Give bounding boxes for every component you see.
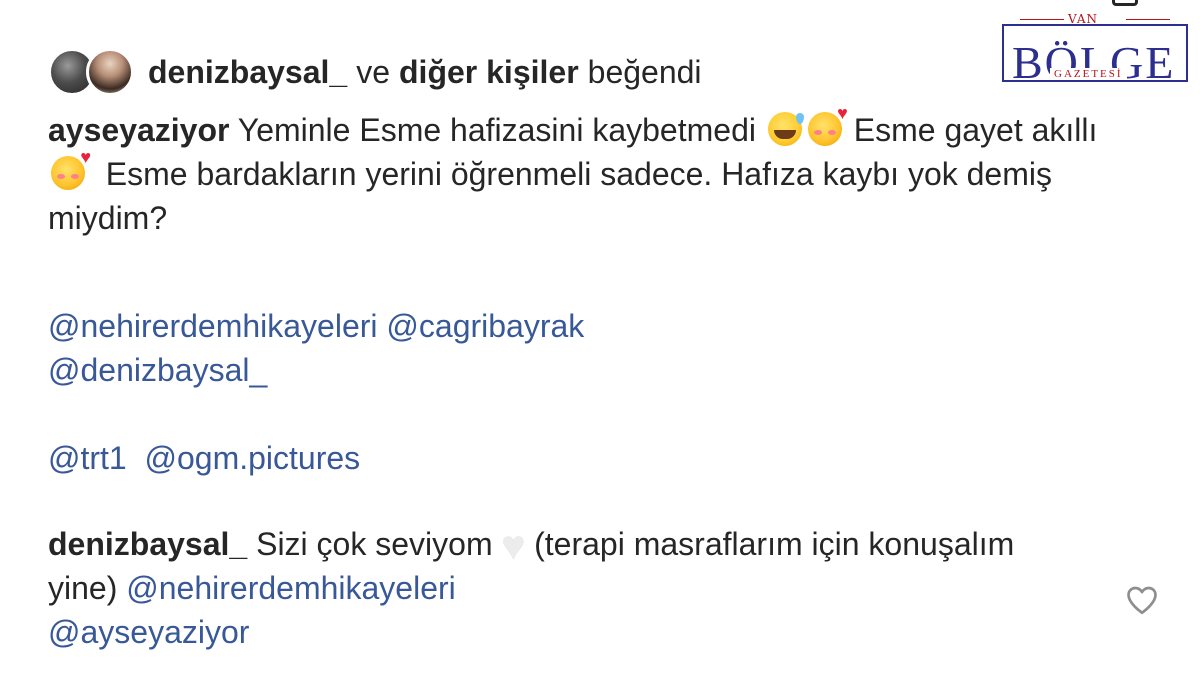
likes-suffix: beğendi [587,53,702,90]
comment-text: Yeminle Esme hafizasini kaybetmedi [237,112,756,148]
liker-avatars[interactable] [48,46,138,98]
comment-text: Sizi çok seviyom [256,526,493,562]
grinning-sweat-emoji-icon [767,112,804,146]
comment-username[interactable]: ayseyaziyor [48,112,229,148]
mention-link[interactable]: @trt1 [48,440,127,476]
mention-link[interactable]: @ogm.pictures [145,440,361,476]
smiling-hearts-emoji-icon [51,148,91,190]
comment: denizbaysal_ Sizi çok seviyom ♥ (terapi … [48,522,1078,654]
mention-link[interactable]: @cagribayrak [386,308,584,344]
smiling-hearts-emoji-icon [807,104,848,146]
white-heart-emoji-icon: ♥ [501,524,526,568]
liker-username[interactable]: denizbaysal_ [148,54,347,91]
mention-link[interactable]: @nehirerdemhikayeleri [126,570,456,606]
mention-link[interactable]: @denizbaysal_ [48,352,267,388]
mention-link[interactable]: @ayseyaziyor [48,614,249,650]
likes-connector: ve [356,53,390,90]
comment-username[interactable]: denizbaysal_ [48,526,247,562]
mention-link[interactable]: @nehirerdemhikayeleri [48,308,378,344]
avatar[interactable] [86,48,134,96]
logo-sub-text: GAZETESİ [1050,68,1127,80]
comment: ayseyaziyor Yeminle Esme hafizasini kayb… [48,104,1108,240]
newspaper-watermark-logo: VAN BÖLGE GAZETESİ [1002,10,1190,86]
comment-text: Esme bardakların yerini öğrenmeli sadece… [48,156,1052,236]
likes-others-link[interactable]: diğer kişiler [399,54,579,91]
comment-text: Esme gayet akıllı [853,112,1098,148]
previous-content-cut [0,0,1200,6]
comment-mentions: @nehirerdemhikayeleri @cagribayrak @deni… [48,304,1108,480]
cut-off-icon [1112,0,1138,6]
heart-outline-icon[interactable] [1124,582,1160,618]
likes-summary[interactable]: denizbaysal_ ve diğer kişiler beğendi [48,46,702,98]
